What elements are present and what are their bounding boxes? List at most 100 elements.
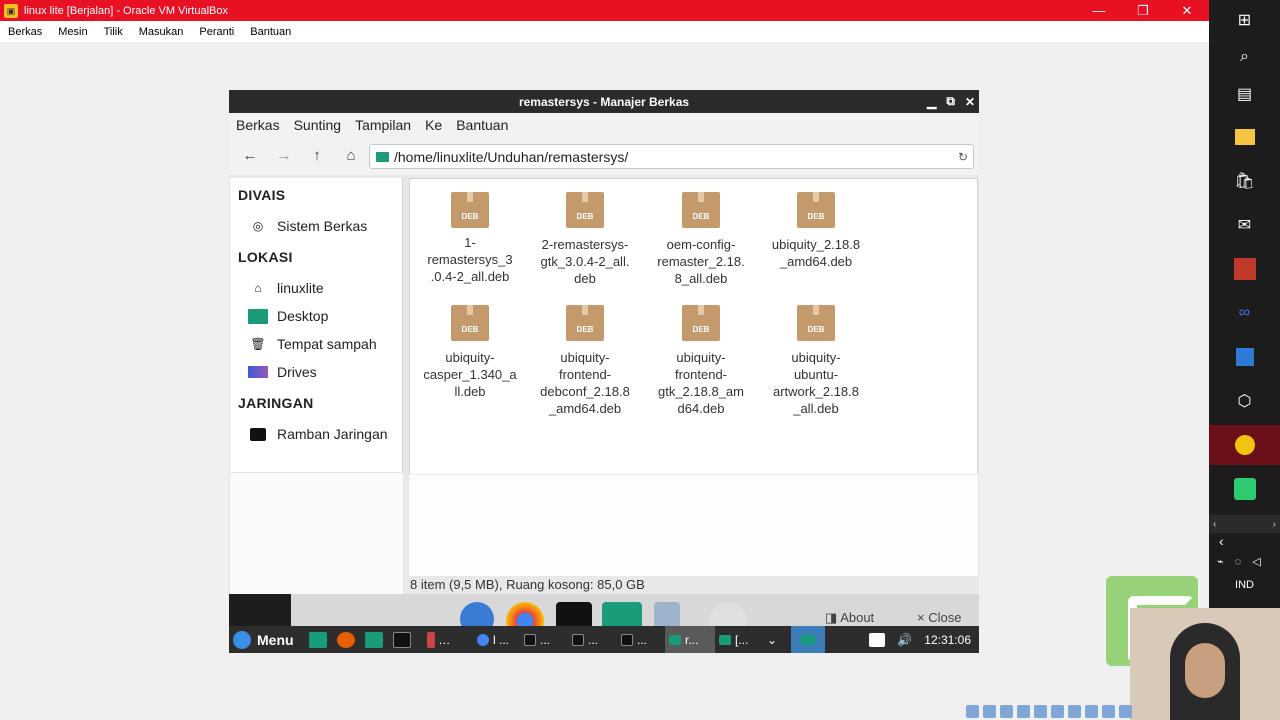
task-remastersys-active[interactable]: r... <box>665 626 715 653</box>
task-view-icon[interactable]: ▤ <box>1209 74 1280 114</box>
fm-menu-berkas[interactable]: Berkas <box>229 117 287 133</box>
hdd-status-icon[interactable] <box>966 705 979 718</box>
file-item[interactable]: DEB ubiquity-frontend-gtk_2.18.8_am d64.d… <box>646 305 756 417</box>
dock-close-button[interactable]: × Close <box>917 610 961 625</box>
fm-menu-tampilan[interactable]: Tampilan <box>348 117 418 133</box>
system-tray: ‹ ⌁ ◌ ◁ IND <box>1209 533 1280 601</box>
folder-icon <box>376 151 389 162</box>
file-name: ubiquity-frontend-gtk_2.18.8_am d64.deb <box>657 350 744 416</box>
reload-icon[interactable]: ↻ <box>953 150 973 164</box>
sidebar-item-label: linuxlite <box>277 280 324 296</box>
task-terminal-3[interactable]: ... <box>621 626 647 653</box>
back-arrow-icon[interactable]: ← <box>239 146 261 166</box>
taskbar-overflow[interactable]: ‹ › <box>1209 515 1280 533</box>
forward-arrow-icon[interactable]: → <box>273 146 295 166</box>
virtualbox-active-task[interactable] <box>1209 425 1280 465</box>
location-path[interactable]: /home/linuxlite/Unduhan/remastersys/ <box>394 149 953 165</box>
sidebar-item-drives[interactable]: Drives <box>248 361 317 383</box>
mail-icon[interactable]: ✉ <box>1209 205 1280 245</box>
section-header-places: LOKASI <box>238 249 293 265</box>
task-chrome[interactable]: l ... <box>477 626 509 653</box>
workspace-switcher[interactable] <box>791 626 825 653</box>
sidebar-item-filesystem[interactable]: ◎ Sistem Berkas <box>248 215 368 237</box>
fm-maximize-icon[interactable]: ⧉ <box>946 94 955 109</box>
app-red-icon[interactable] <box>1209 249 1280 289</box>
minimize-button[interactable]: — <box>1077 0 1121 21</box>
dock-about-button[interactable]: ◨ About <box>825 610 874 626</box>
optical-status-icon[interactable] <box>983 705 996 718</box>
fm-minimize-icon[interactable]: ▁ <box>927 95 936 109</box>
deb-package-icon: DEB <box>797 192 835 228</box>
fm-menu-ke[interactable]: Ke <box>418 117 449 133</box>
restore-button[interactable]: ❐ <box>1121 0 1165 21</box>
file-item[interactable]: DEB oem-config-remaster_2.18. 8_all.deb <box>646 192 756 287</box>
search-icon[interactable]: ⌕ <box>1209 37 1280 77</box>
linuxlite-logo-icon <box>233 630 251 649</box>
windows-start-icon[interactable]: ⊞ <box>1209 0 1280 40</box>
file-item[interactable]: DEB ubiquity-casper_1.340_a ll.deb <box>415 305 525 400</box>
file-item[interactable]: DEB ubiquity_2.18.8 _amd64.deb <box>761 192 871 270</box>
sidebar-item-network[interactable]: Ramban Jaringan <box>248 423 388 445</box>
menu-masukan[interactable]: Masukan <box>131 26 192 38</box>
sidebar-item-desktop[interactable]: Desktop <box>248 305 328 327</box>
tray-icons[interactable]: ⌁ ◌ ◁ <box>1209 555 1280 579</box>
cpu-status-icon[interactable] <box>1085 705 1098 718</box>
mouse-status-icon[interactable] <box>1102 705 1115 718</box>
menu-mesin[interactable]: Mesin <box>50 26 95 38</box>
close-button[interactable]: ✕ <box>1165 0 1209 21</box>
language-indicator[interactable]: IND <box>1209 579 1280 601</box>
drives-icon <box>248 364 268 380</box>
menu-tilik[interactable]: Tilik <box>96 26 131 38</box>
volume-icon[interactable]: 🔊 <box>897 626 912 653</box>
usb-status-icon[interactable] <box>1000 705 1013 718</box>
status-bar: 8 item (9,5 MB), Ruang kosong: 85,0 GB <box>410 577 645 592</box>
home-launcher-icon[interactable] <box>365 626 383 653</box>
recording-status-icon[interactable] <box>1068 705 1081 718</box>
show-desktop-icon[interactable] <box>309 626 327 653</box>
file-name: ubiquity-casper_1.340_a ll.deb <box>423 350 517 399</box>
up-arrow-icon[interactable]: ↑ <box>306 146 328 166</box>
chevron-down-icon[interactable]: ⌄ <box>767 626 777 653</box>
fm-menu-bantuan[interactable]: Bantuan <box>449 117 515 133</box>
camtasia-icon[interactable] <box>1209 469 1280 509</box>
filemanager-toolbar: ← → ↑ ⌂ /home/linuxlite/Unduhan/remaster… <box>229 137 979 175</box>
task-filemanager[interactable]: [... <box>719 626 748 653</box>
fm-close-icon[interactable]: ✕ <box>965 95 975 109</box>
sidebar-item-label: Tempat sampah <box>277 336 377 352</box>
network-status-icon[interactable] <box>1017 705 1030 718</box>
app-link-icon[interactable]: ∞ <box>1209 293 1280 333</box>
hostkey-status-icon[interactable] <box>1119 705 1132 718</box>
virtualbox-icon[interactable]: ⬡ <box>1209 381 1280 421</box>
deb-package-icon: DEB <box>566 192 604 228</box>
task-terminal-1[interactable]: ... <box>524 626 550 653</box>
file-item[interactable]: DEB 1- remastersys_3.0.4-2_all.deb <box>415 192 525 285</box>
terminal-launcher-icon[interactable] <box>393 626 411 653</box>
guest-taskbar: Menu … l ... ... ... ... r... [... ⌄ 🔊 1… <box>229 626 979 653</box>
store-icon[interactable]: 🛍 <box>1209 161 1280 201</box>
sidebar-item-trash[interactable]: 🗑 Tempat sampah <box>248 333 377 355</box>
trash-icon: 🗑 <box>250 337 266 351</box>
task-terminal-2[interactable]: ... <box>572 626 598 653</box>
task-item[interactable]: … <box>427 626 450 653</box>
menu-berkas[interactable]: Berkas <box>0 26 50 38</box>
fm-menu-sunting[interactable]: Sunting <box>287 117 348 133</box>
filemanager-menubar: Berkas Sunting Tampilan Ke Bantuan <box>229 113 979 137</box>
file-item[interactable]: DEB 2-remastersys-gtk_3.0.4-2_all. deb <box>530 192 640 287</box>
location-bar[interactable]: /home/linuxlite/Unduhan/remastersys/ ↻ <box>369 144 974 169</box>
menu-peranti[interactable]: Peranti <box>191 26 242 38</box>
firefox-launcher-icon[interactable] <box>337 626 355 653</box>
file-explorer-icon[interactable] <box>1209 117 1280 157</box>
file-item[interactable]: DEB ubiquity-frontend-debconf_2.18.8 _amd… <box>530 305 640 417</box>
app-blue-icon[interactable] <box>1209 337 1280 377</box>
home-icon[interactable]: ⌂ <box>340 146 362 166</box>
start-menu-button[interactable]: Menu <box>233 626 294 653</box>
sidebar-item-home[interactable]: ⌂ linuxlite <box>248 277 324 299</box>
menu-bantuan[interactable]: Bantuan <box>242 26 299 38</box>
network-tray-icon[interactable] <box>869 626 885 653</box>
chevron-left-icon[interactable]: ‹ <box>1209 533 1280 555</box>
file-name: ubiquity-ubuntu-artwork_2.18.8 _all.deb <box>773 350 859 416</box>
display-status-icon[interactable] <box>1051 705 1064 718</box>
sidebar-item-label: Ramban Jaringan <box>277 426 388 442</box>
file-item[interactable]: DEB ubiquity-ubuntu-artwork_2.18.8 _all.d… <box>761 305 871 417</box>
shared-folders-status-icon[interactable] <box>1034 705 1047 718</box>
